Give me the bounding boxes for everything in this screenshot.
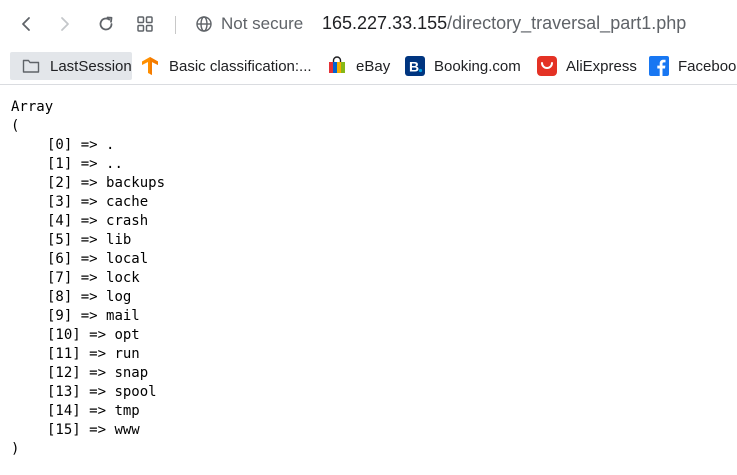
array-entry: [5] => lib: [47, 232, 132, 248]
bookmark-label: Basic classification:...: [169, 57, 312, 75]
array-entry: [9] => mail: [47, 308, 140, 324]
page-output: Array ( [0] => . [1] => .. [2] => backups[…: [11, 98, 165, 459]
toolbar-separator: [175, 16, 176, 34]
globe-icon: [196, 16, 212, 32]
bookmark-facebook[interactable]: Facebook: [649, 52, 737, 80]
ebay-icon: [327, 56, 347, 76]
entry-value: crash: [106, 213, 149, 229]
entry-value: run: [114, 346, 140, 362]
entry-key: [14]: [47, 403, 81, 419]
array-open-paren: (: [11, 118, 20, 134]
entry-key: [1]: [47, 156, 73, 172]
reload-button[interactable]: [92, 10, 120, 38]
entry-value: opt: [114, 327, 140, 343]
bookmark-ebay[interactable]: eBay: [327, 52, 390, 80]
entry-key: [3]: [47, 194, 73, 210]
array-entry: [7] => lock: [47, 270, 140, 286]
array-entry: [0] => .: [47, 137, 115, 153]
entry-key: [9]: [47, 308, 73, 324]
array-entry: [11] => run: [47, 346, 140, 362]
tab-grid-button[interactable]: [131, 10, 159, 38]
array-entry: [1] => ..: [47, 156, 123, 172]
entry-key: [5]: [47, 232, 73, 248]
entry-value: snap: [114, 365, 149, 381]
array-entry: [8] => log: [47, 289, 132, 305]
entry-key: [12]: [47, 365, 81, 381]
bookmark-aliexpress[interactable]: AliExpress: [537, 52, 637, 80]
bookmark-label: Facebook: [678, 57, 737, 75]
entry-value: tmp: [114, 403, 140, 419]
array-open-word: Array: [11, 99, 54, 115]
aliexpress-icon: [537, 56, 557, 76]
entry-value: backups: [106, 175, 166, 191]
entry-key: [2]: [47, 175, 73, 191]
security-label: Not secure: [221, 14, 304, 33]
bookmark-label: LastSession: [50, 57, 132, 75]
entry-value: spool: [114, 384, 157, 400]
entry-key: [10]: [47, 327, 81, 343]
forward-button[interactable]: [51, 10, 79, 38]
entry-value: .: [106, 137, 115, 153]
array-entry: [13] => spool: [47, 384, 157, 400]
bookmark-booking[interactable]: B Booking.com: [405, 52, 521, 80]
entry-key: [6]: [47, 251, 73, 267]
entry-value: local: [106, 251, 149, 267]
bookmark-label: AliExpress: [566, 57, 637, 75]
svg-text:B: B: [409, 59, 419, 75]
entry-value: lib: [106, 232, 132, 248]
facebook-icon: [649, 56, 669, 76]
entry-value: mail: [106, 308, 140, 324]
booking-icon: B: [405, 56, 425, 76]
entry-key: [4]: [47, 213, 73, 229]
array-entry: [6] => local: [47, 251, 149, 267]
array-entry: [3] => cache: [47, 194, 149, 210]
array-entry: [14] => tmp: [47, 403, 140, 419]
entry-value: cache: [106, 194, 149, 210]
back-button[interactable]: [12, 10, 40, 38]
address-bar[interactable]: 165.227.33.155/directory_traversal_part1…: [322, 13, 686, 34]
entry-key: [13]: [47, 384, 81, 400]
bookmark-label: eBay: [356, 57, 391, 75]
array-entries: [0] => . [1] => .. [2] => backups [3] => ca…: [11, 136, 165, 440]
url-host: 165.227.33.155: [322, 13, 448, 33]
arrow-left-icon: [22, 17, 30, 31]
entry-key: [15]: [47, 422, 81, 438]
grid-icon: [137, 16, 153, 32]
arrow-right-icon: [61, 17, 69, 31]
browser-toolbar: Not secure 165.227.33.155/directory_trav…: [0, 0, 737, 48]
bookmarks-bar: LastSession Basic classification:... eBa…: [0, 48, 737, 85]
entry-value: lock: [106, 270, 140, 286]
tensorflow-icon: [140, 56, 160, 76]
entry-value: ..: [106, 156, 123, 172]
entry-key: [0]: [47, 137, 73, 153]
array-entry: [2] => backups: [47, 175, 166, 191]
site-security-indicator[interactable]: Not secure: [195, 12, 303, 36]
entry-key: [7]: [47, 270, 73, 286]
reload-icon: [99, 16, 113, 31]
entry-value: www: [114, 422, 140, 438]
array-entry: [10] => opt: [47, 327, 140, 343]
url-path: /directory_traversal_part1.php: [447, 13, 687, 33]
bookmark-lastsession[interactable]: LastSession: [10, 52, 132, 80]
array-close-paren: ): [11, 441, 20, 457]
entry-value: log: [106, 289, 132, 305]
folder-icon: [21, 56, 41, 76]
entry-key: [11]: [47, 346, 81, 362]
bookmark-label: Booking.com: [434, 57, 521, 75]
array-entry: [4] => crash: [47, 213, 149, 229]
entry-key: [8]: [47, 289, 73, 305]
array-entry: [12] => snap: [47, 365, 149, 381]
array-entry: [15] => www: [47, 422, 140, 438]
bookmark-basic-classification[interactable]: Basic classification:...: [140, 52, 312, 80]
